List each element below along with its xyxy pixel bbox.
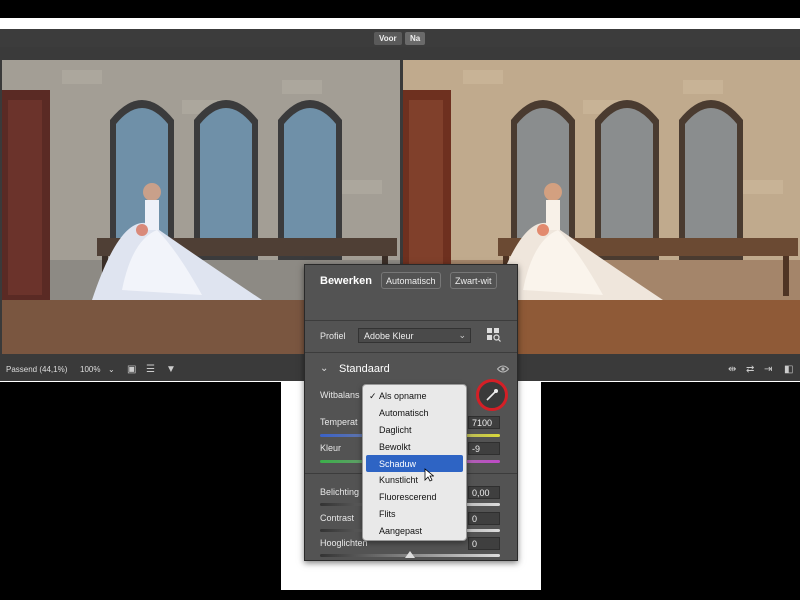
- mouse-pointer-icon: [424, 468, 434, 482]
- auto-button[interactable]: Automatisch: [381, 272, 441, 289]
- chevron-down-icon[interactable]: ⌄: [320, 363, 328, 374]
- compare-bar: Voor Na: [0, 29, 800, 47]
- contrast-label: Contrast: [320, 513, 355, 523]
- whitebalance-label: Witbalans: [320, 390, 360, 400]
- exposure-value-field[interactable]: 0,00: [468, 486, 500, 499]
- flip-horizontal-icon[interactable]: ⇹: [728, 364, 736, 375]
- before-button[interactable]: Voor: [374, 32, 402, 45]
- menu-item-cloudy[interactable]: Bewolkt: [363, 438, 466, 455]
- profile-select[interactable]: Adobe Kleur ⌄: [358, 328, 471, 343]
- contrast-value-field[interactable]: 0: [468, 512, 500, 525]
- divider: [305, 352, 517, 353]
- eyedropper-button[interactable]: [476, 379, 508, 411]
- copy-settings-icon[interactable]: ⇥: [764, 364, 772, 375]
- menu-item-custom[interactable]: Aangepast: [363, 522, 466, 539]
- grid-search-icon[interactable]: [487, 328, 501, 342]
- profile-label: Profiel: [320, 331, 346, 341]
- tint-value-field[interactable]: -9: [468, 442, 500, 455]
- menu-item-shade[interactable]: Schaduw: [366, 455, 463, 472]
- eyedropper-icon: [486, 389, 498, 401]
- temperature-label: Temperat: [320, 417, 358, 427]
- split-view-icon[interactable]: ◧: [784, 364, 793, 375]
- menu-item-auto[interactable]: Automatisch: [363, 405, 466, 422]
- after-button[interactable]: Na: [405, 32, 426, 45]
- edit-panel-title: Bewerken: [320, 275, 372, 287]
- filter-icon[interactable]: ▼: [166, 364, 176, 375]
- highlights-value-field[interactable]: 0: [468, 537, 500, 550]
- screenshot-stage: Voor Na Passend (44,1%) 100% ⌄ ▣ ☰ ▼ ⇹ ⇄…: [0, 0, 800, 600]
- highlights-slider-handle[interactable]: [405, 551, 415, 558]
- highlights-label: Hooglichten: [320, 538, 368, 548]
- swap-icon[interactable]: ⇄: [746, 364, 754, 375]
- divider: [305, 320, 517, 321]
- exposure-label: Belichting: [320, 487, 360, 497]
- fit-zoom-label[interactable]: Passend (44,1%): [6, 365, 67, 374]
- menu-item-fluorescent[interactable]: Fluorescerend: [363, 489, 466, 506]
- checkmark-icon: ✓: [369, 390, 377, 401]
- sort-icon[interactable]: ☰: [146, 364, 155, 375]
- whitebalance-menu: ✓ Als opname Automatisch Daglicht Bewolkt…: [362, 384, 467, 541]
- zoom-select[interactable]: 100%: [80, 365, 100, 374]
- edit-panel-header: Bewerken Automatisch Zwart-wit: [305, 265, 517, 320]
- menu-item-as-shot[interactable]: ✓ Als opname: [363, 388, 466, 405]
- eye-icon[interactable]: [497, 365, 509, 373]
- menu-item-tungsten[interactable]: Kunstlicht: [363, 472, 466, 489]
- profile-select-value: Adobe Kleur: [364, 330, 414, 341]
- temperature-value-field[interactable]: 7100: [468, 416, 500, 429]
- zoom-chevron-icon[interactable]: ⌄: [108, 365, 115, 374]
- image-info-icon[interactable]: ▣: [127, 364, 136, 375]
- section-title-basic[interactable]: Standaard: [339, 363, 390, 375]
- tint-label: Kleur: [320, 443, 342, 453]
- menu-item-flash[interactable]: Flits: [363, 506, 466, 523]
- chevron-down-icon: ⌄: [458, 330, 466, 340]
- menu-item-daylight[interactable]: Daglicht: [363, 422, 466, 439]
- black-white-button[interactable]: Zwart-wit: [450, 272, 497, 289]
